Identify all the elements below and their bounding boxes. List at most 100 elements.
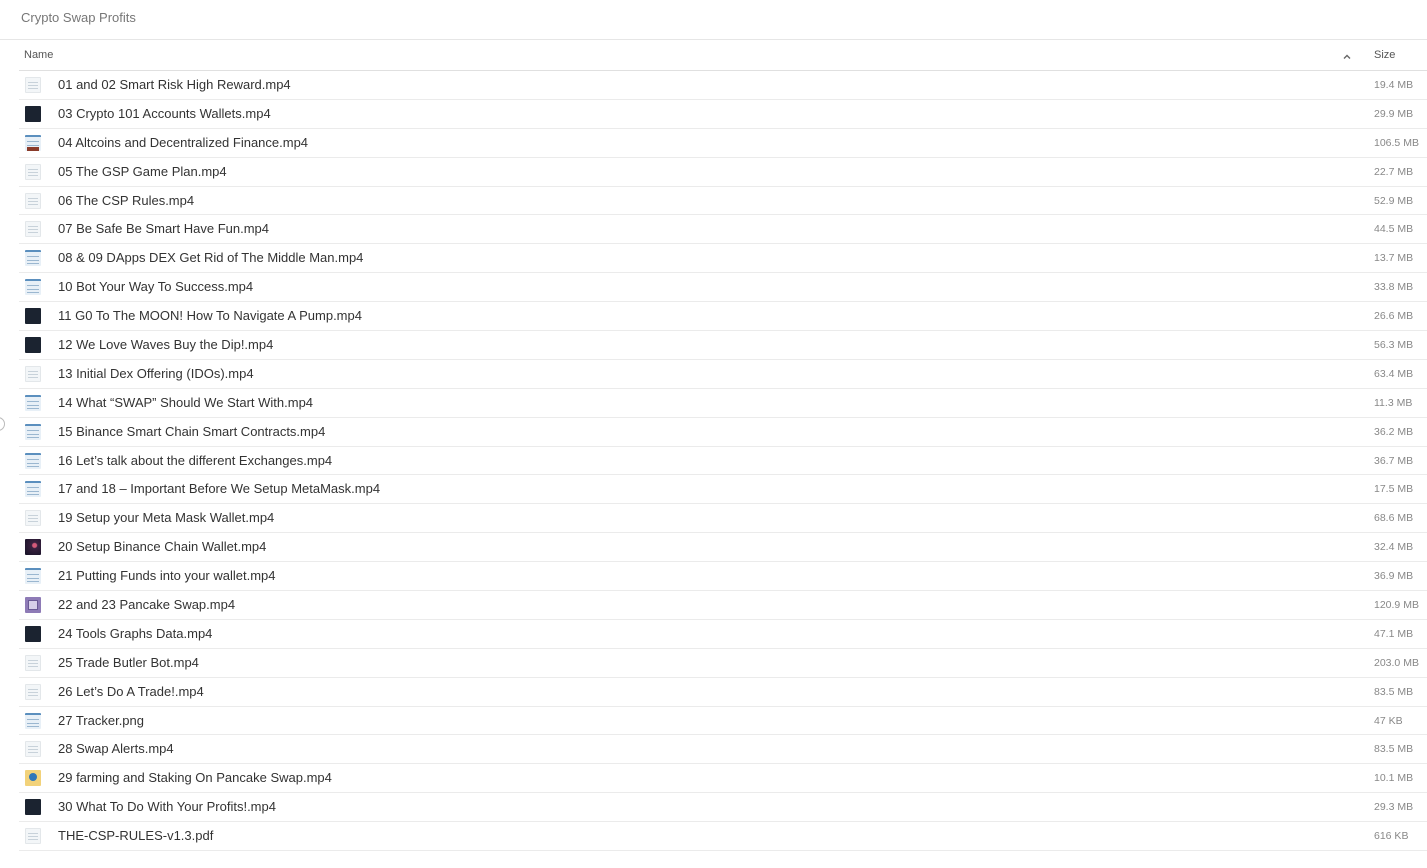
chart-thumbnail-icon <box>25 134 41 151</box>
file-name[interactable]: 12 We Love Waves Buy the Dip!.mp4 <box>58 337 273 352</box>
dark-video-thumbnail-icon <box>25 308 41 325</box>
file-name[interactable]: 22 and 23 Pancake Swap.mp4 <box>58 597 235 612</box>
dark-video-thumbnail-icon <box>25 337 41 354</box>
name-column-header[interactable]: Name <box>24 49 53 61</box>
file-name[interactable]: 05 The GSP Game Plan.mp4 <box>58 164 227 179</box>
file-list: Name Size 01 and 02 Smart Risk High Rewa… <box>19 40 1427 852</box>
file-row[interactable]: 12 We Love Waves Buy the Dip!.mp4 56.3 MB <box>19 331 1427 360</box>
file-row[interactable]: 10 Bot Your Way To Success.mp4 33.8 MB <box>19 273 1427 303</box>
file-row[interactable]: 13 Initial Dex Offering (IDOs).mp4 63.4 M… <box>19 360 1427 389</box>
file-size: 83.5 MB <box>1374 743 1414 756</box>
file-name[interactable]: 21 Putting Funds into your wallet.mp4 <box>58 568 276 583</box>
file-name[interactable]: 28 Swap Alerts.mp4 <box>58 741 174 756</box>
file-row[interactable]: THE-CSP-RULES-v1.3.pdf 616 KB <box>19 822 1427 852</box>
dark-video-thumbnail-icon <box>25 625 41 642</box>
file-name[interactable]: 16 Let’s talk about the different Exchan… <box>58 453 332 468</box>
file-name[interactable]: 25 Trade Butler Bot.mp4 <box>58 655 199 670</box>
web-thumbnail-icon <box>25 423 41 440</box>
file-row[interactable]: 21 Putting Funds into your wallet.mp4 36.… <box>19 562 1427 592</box>
file-row[interactable]: 27 Tracker.png 47 KB <box>19 707 1427 736</box>
file-name[interactable]: 06 The CSP Rules.mp4 <box>58 193 194 208</box>
web-thumbnail-icon <box>25 452 41 469</box>
dark-video-thumbnail-icon <box>25 799 41 816</box>
file-size: 52.9 MB <box>1374 194 1414 207</box>
file-size: 63.4 MB <box>1374 367 1414 380</box>
file-size: 36.7 MB <box>1374 454 1414 467</box>
file-name[interactable]: 08 & 09 DApps DEX Get Rid of The Middle … <box>58 250 363 265</box>
file-size: 11.3 MB <box>1374 396 1413 409</box>
file-name[interactable]: 03 Crypto 101 Accounts Wallets.mp4 <box>58 106 271 121</box>
file-name[interactable]: 13 Initial Dex Offering (IDOs).mp4 <box>58 366 254 381</box>
file-name[interactable]: 30 What To Do With Your Profits!.mp4 <box>58 799 276 814</box>
file-size: 17.5 MB <box>1374 483 1414 496</box>
file-row[interactable]: 01 and 02 Smart Risk High Reward.mp4 19.4… <box>19 71 1427 100</box>
file-row[interactable]: 28 Swap Alerts.mp4 83.5 MB <box>19 735 1427 765</box>
document-thumbnail-icon <box>25 510 41 527</box>
file-row[interactable]: 15 Binance Smart Chain Smart Contracts.m… <box>19 418 1427 447</box>
file-row[interactable]: 03 Crypto 101 Accounts Wallets.mp4 29.9 M… <box>19 100 1427 129</box>
file-row[interactable]: 30 What To Do With Your Profits!.mp4 29.3… <box>19 793 1427 823</box>
document-thumbnail-icon <box>25 77 41 93</box>
file-size: 47.1 MB <box>1374 627 1414 640</box>
file-size: 106.5 MB <box>1374 136 1419 149</box>
file-row[interactable]: 20 Setup Binance Chain Wallet.mp4 32.4 MB <box>19 533 1427 563</box>
file-size: 10.1 MB <box>1374 772 1414 785</box>
file-size: 120.9 MB <box>1374 599 1419 612</box>
file-row[interactable]: 14 What “SWAP” Should We Start With.mp4 1… <box>19 389 1427 418</box>
file-size: 26.6 MB <box>1374 310 1414 323</box>
web-thumbnail-icon <box>25 481 41 498</box>
file-name[interactable]: 20 Setup Binance Chain Wallet.mp4 <box>58 539 266 554</box>
file-size: 33.8 MB <box>1374 281 1414 294</box>
file-name[interactable]: THE-CSP-RULES-v1.3.pdf <box>58 828 213 843</box>
file-size: 22.7 MB <box>1374 165 1414 178</box>
file-row[interactable]: 26 Let’s Do A Trade!.mp4 83.5 MB <box>19 678 1427 707</box>
file-row[interactable]: 25 Trade Butler Bot.mp4 203.0 MB <box>19 649 1427 678</box>
file-row[interactable]: 06 The CSP Rules.mp4 52.9 MB <box>19 187 1427 216</box>
file-name[interactable]: 19 Setup your Meta Mask Wallet.mp4 <box>58 510 274 525</box>
file-browser: Crypto Swap Profits Name Size 01 and 02 … <box>0 0 1427 868</box>
file-name[interactable]: 27 Tracker.png <box>58 713 144 728</box>
file-row[interactable]: 29 farming and Staking On Pancake Swap.m… <box>19 764 1427 794</box>
file-name[interactable]: 15 Binance Smart Chain Smart Contracts.m… <box>58 424 325 439</box>
file-name[interactable]: 10 Bot Your Way To Success.mp4 <box>58 279 253 294</box>
file-name[interactable]: 11 G0 To The MOON! How To Navigate A Pum… <box>58 308 362 323</box>
file-row[interactable]: 11 G0 To The MOON! How To Navigate A Pum… <box>19 302 1427 332</box>
document-thumbnail-icon <box>25 221 41 238</box>
sort-ascending-icon[interactable] <box>1342 52 1352 62</box>
document-thumbnail-icon <box>25 741 41 758</box>
file-size: 32.4 MB <box>1374 541 1414 554</box>
web-thumbnail-icon <box>25 568 41 585</box>
file-row[interactable]: 04 Altcoins and Decentralized Finance.mp… <box>19 129 1427 158</box>
file-size: 83.5 MB <box>1374 685 1414 698</box>
file-row[interactable]: 16 Let’s talk about the different Exchan… <box>19 447 1427 476</box>
folder-title: Crypto Swap Profits <box>21 10 136 25</box>
file-row[interactable]: 19 Setup your Meta Mask Wallet.mp4 68.6 M… <box>19 504 1427 534</box>
web-thumbnail-icon <box>25 279 41 296</box>
file-row[interactable]: 24 Tools Graphs Data.mp4 47.1 MB <box>19 620 1427 649</box>
file-row[interactable]: 22 and 23 Pancake Swap.mp4 120.9 MB <box>19 591 1427 620</box>
file-size: 203.0 MB <box>1374 656 1419 669</box>
document-thumbnail-icon <box>25 163 41 180</box>
file-name[interactable]: 29 farming and Staking On Pancake Swap.m… <box>58 770 332 785</box>
file-name[interactable]: 04 Altcoins and Decentralized Finance.mp… <box>58 135 308 150</box>
file-row[interactable]: 08 & 09 DApps DEX Get Rid of The Middle … <box>19 244 1427 274</box>
web-thumbnail-icon <box>25 394 41 411</box>
file-row[interactable]: 05 The GSP Game Plan.mp4 22.7 MB <box>19 158 1427 187</box>
size-column-header[interactable]: Size <box>1374 49 1395 61</box>
file-name[interactable]: 07 Be Safe Be Smart Have Fun.mp4 <box>58 221 269 236</box>
file-size: 36.2 MB <box>1374 425 1414 438</box>
file-name[interactable]: 01 and 02 Smart Risk High Reward.mp4 <box>58 77 291 92</box>
file-row[interactable]: 17 and 18 – Important Before We Setup Me… <box>19 475 1427 505</box>
side-handle-icon[interactable] <box>0 417 5 431</box>
list-header: Name Size <box>19 40 1427 71</box>
file-size: 616 KB <box>1374 830 1409 843</box>
file-name[interactable]: 14 What “SWAP” Should We Start With.mp4 <box>58 395 313 410</box>
file-size: 47 KB <box>1374 714 1403 727</box>
document-thumbnail-icon <box>25 654 41 671</box>
file-name[interactable]: 24 Tools Graphs Data.mp4 <box>58 626 212 641</box>
document-thumbnail-icon <box>25 683 41 700</box>
file-size: 13.7 MB <box>1374 252 1414 265</box>
file-name[interactable]: 17 and 18 – Important Before We Setup Me… <box>58 481 380 496</box>
file-name[interactable]: 26 Let’s Do A Trade!.mp4 <box>58 684 204 699</box>
file-row[interactable]: 07 Be Safe Be Smart Have Fun.mp4 44.5 MB <box>19 215 1427 245</box>
